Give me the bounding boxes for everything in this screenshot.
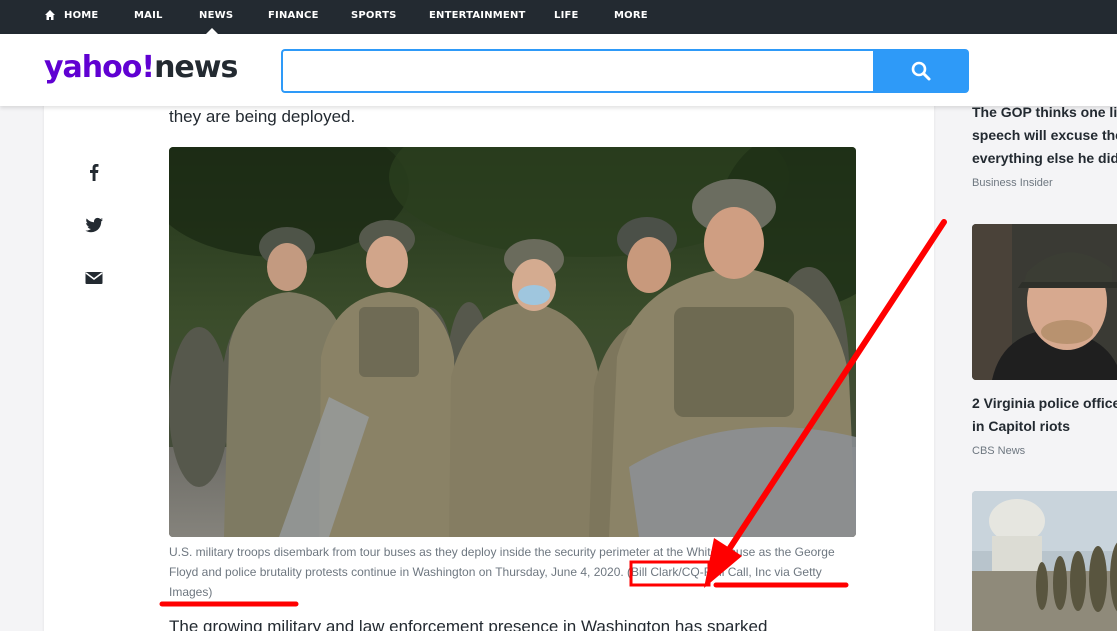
nav-mail[interactable]: MAIL (134, 10, 163, 21)
rail-story-2-thumbnail[interactable] (972, 224, 1117, 380)
search-icon (911, 61, 931, 81)
rail-story-2-title-line-1[interactable]: 2 Virginia police officer (972, 392, 1117, 415)
search-input[interactable] (281, 49, 875, 93)
rail-story-2-source: CBS News (972, 445, 1026, 457)
article-photo (169, 147, 856, 537)
home-icon[interactable] (44, 9, 56, 21)
article-paragraph: they are being deployed. (169, 107, 356, 126)
article-card: they are being deployed. U.S. military t… (44, 100, 934, 631)
logo-brand: yahoo! (44, 50, 155, 85)
mail-icon[interactable] (84, 268, 104, 288)
rail-story-3-thumbnail[interactable] (972, 491, 1117, 631)
rail-story-1-source: Business Insider (972, 177, 1053, 189)
nav-sports[interactable]: SPORTS (351, 10, 397, 21)
nav-entertainment[interactable]: ENTERTAINMENT (429, 10, 526, 21)
photo-caption: U.S. military troops disembark from tour… (169, 545, 835, 599)
rail-story-2-title-line-2[interactable]: in Capitol riots (972, 415, 1070, 438)
nav-news[interactable]: NEWS (199, 10, 233, 21)
nav-finance[interactable]: FINANCE (268, 10, 319, 21)
top-nav: HOME MAIL NEWS FINANCE SPORTS ENTERTAINM… (0, 0, 1117, 34)
rail-story-1-title-line-3[interactable]: everything else he did (972, 147, 1117, 170)
nav-life[interactable]: LIFE (554, 10, 579, 21)
twitter-icon[interactable] (84, 215, 104, 235)
search-button[interactable] (873, 49, 969, 93)
logo-section: news (154, 50, 238, 85)
facebook-icon[interactable] (84, 162, 104, 182)
rail-story-1-title-line-2[interactable]: speech will excuse the (972, 124, 1117, 147)
article-paragraph-next: The growing military and law enforcement… (169, 617, 768, 631)
nav-more[interactable]: MORE (614, 10, 648, 21)
yahoo-news-logo[interactable]: yahoo!news (44, 50, 238, 85)
nav-home[interactable]: HOME (64, 10, 98, 21)
site-header: yahoo!news (0, 34, 1117, 106)
